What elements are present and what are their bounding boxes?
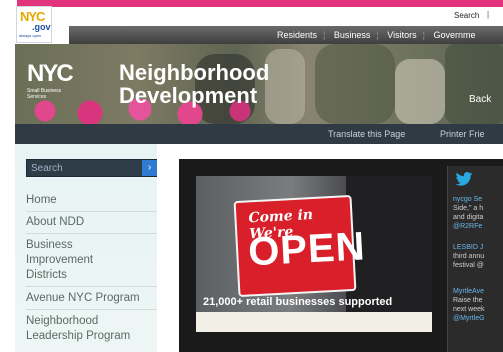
sidebar-item-leadership-line1[interactable]: Neighborhood (26, 314, 158, 329)
slide-footer (196, 312, 432, 332)
nav-residents[interactable]: Residents (277, 30, 317, 40)
translate-link[interactable]: Translate this Page (328, 129, 405, 139)
sign-main-text: OPEN (247, 224, 367, 275)
sidebar-divider (26, 233, 158, 234)
search-link[interactable]: Search (454, 11, 479, 20)
twitter-bird-icon[interactable] (455, 172, 473, 186)
sbs-logo: NYC (27, 60, 74, 87)
sidebar-item-home[interactable]: Home (26, 193, 158, 208)
search-placeholder: Search (31, 163, 63, 174)
nav-visitors[interactable]: Visitors (387, 30, 416, 40)
tweet-1[interactable]: nycgo Se Side," a h and digita @R2RFe (453, 195, 503, 231)
sidebar-item-avenue-nyc[interactable]: Avenue NYC Program (26, 291, 158, 306)
printer-friendly-link[interactable]: Printer Frie (440, 129, 485, 139)
sidebar-item-bid-line3[interactable]: Districts (26, 268, 158, 283)
search-go-button[interactable]: › (142, 160, 157, 176)
top-separator: | (487, 10, 490, 19)
back-link[interactable]: Back (469, 94, 491, 105)
nyc-gov-logo[interactable]: NYC .gov always open (16, 6, 52, 43)
search-input[interactable]: Search › (26, 159, 158, 177)
sidebar-item-about[interactable]: About NDD (26, 215, 158, 230)
nav-government[interactable]: Governme (433, 30, 475, 40)
page-title-line1: Neighborhood (119, 60, 270, 85)
sidebar-divider (26, 309, 158, 310)
main-navigation: Residents ¦ Business ¦ Visitors ¦ Governme (69, 26, 503, 44)
utility-bar: Translate this Page Printer Frie (15, 124, 503, 144)
nav-business[interactable]: Business (334, 30, 371, 40)
tweet-3[interactable]: MyrtleAve Raise the next week @MyrtleG (453, 287, 503, 323)
tweet-2[interactable]: LESBID J third annu festival @ (453, 243, 503, 270)
page-title-line2: Development (119, 83, 258, 108)
brand-stripe (17, 0, 503, 7)
open-sign-image: Come in We're OPEN (233, 194, 367, 298)
sbs-logo-subtitle: Small Business Services (27, 88, 62, 100)
sidebar-divider (26, 286, 158, 287)
sidebar-item-bid-line1[interactable]: Business (26, 238, 158, 253)
logo-gov: .gov (32, 22, 51, 32)
left-sidebar: Search › Home About NDD Business Improve… (15, 144, 158, 352)
sidebar-item-leadership-line2[interactable]: Leadership Program (26, 329, 158, 344)
sidebar-item-bid-line2[interactable]: Improvement (26, 253, 158, 268)
logo-tagline: always open (19, 33, 42, 38)
hero-banner: NYC Small Business Services Neighborhood… (15, 44, 503, 124)
slide-caption: 21,000+ retail businesses supported (203, 296, 393, 308)
sidebar-divider (26, 211, 158, 212)
